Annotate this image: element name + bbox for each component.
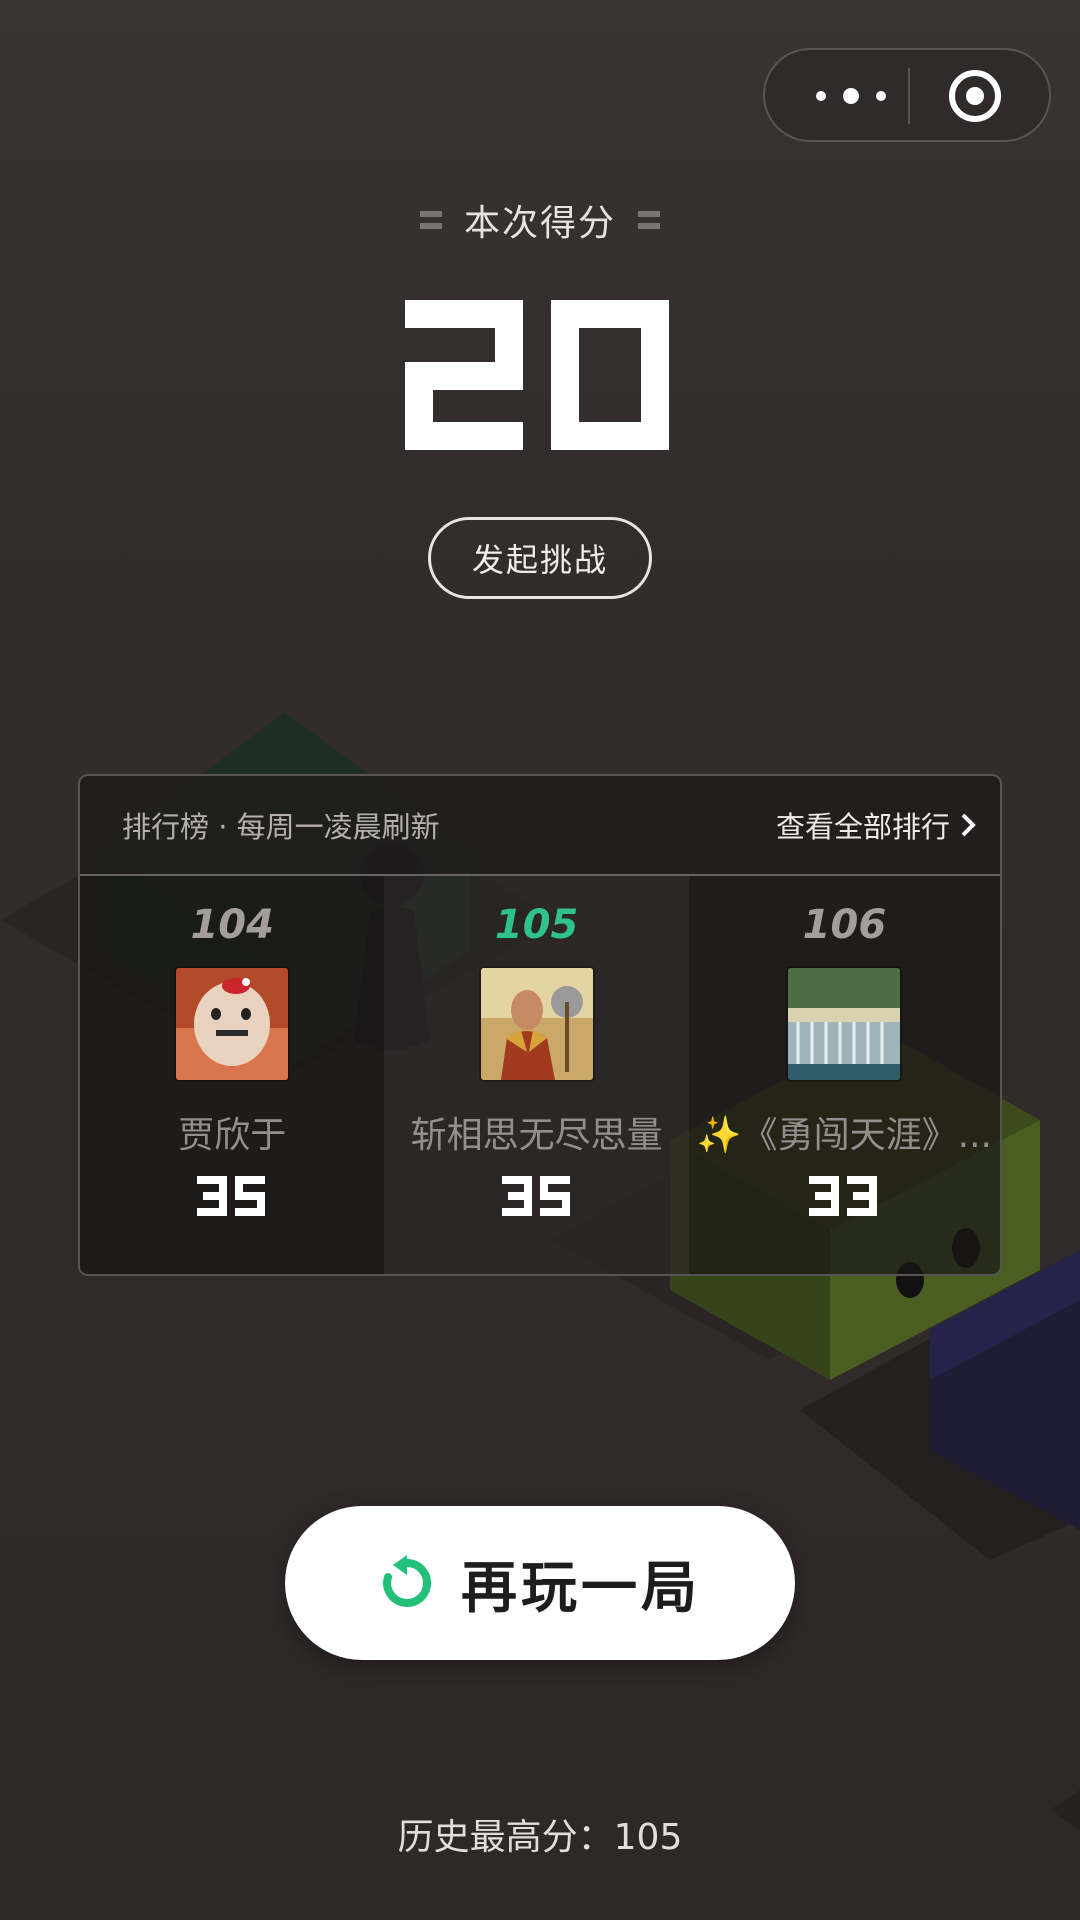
view-all-ranking-link[interactable]: 查看全部排行: [776, 804, 976, 846]
entry-score: 35: [384, 1176, 688, 1220]
challenge-button[interactable]: 发起挑战: [428, 517, 652, 599]
leaderboard-entry[interactable]: 106 ✨《勇闯天涯》... 33: [688, 876, 1000, 1274]
score-label: 本次得分: [463, 203, 616, 244]
entry-rank: 105: [494, 902, 579, 948]
entry-name: 贾欣于: [178, 1115, 287, 1156]
leaderboard-panel: 排行榜 · 每周一凌晨刷新 查看全部排行 104 贾欣于 105 斩相思无尽思量…: [78, 774, 1002, 1276]
replay-label: 再玩一局: [461, 1555, 701, 1621]
chevron-right-icon: [961, 813, 976, 837]
capsule-menu: [763, 48, 1051, 142]
waterfall-avatar: [788, 968, 901, 1080]
refresh-icon: [383, 1555, 432, 1607]
game-over-screen: 本次得分 20 发起挑战 排行榜 · 每周一凌晨刷新 查看全部排行: [0, 0, 1080, 1920]
score-label-row: 本次得分: [0, 194, 1080, 246]
digit-2: [405, 300, 523, 450]
equals-decoration-right: [638, 208, 660, 232]
leaderboard-entry[interactable]: 104 贾欣于 35: [80, 876, 385, 1274]
capsule-divider: [908, 68, 910, 124]
view-all-label: 查看全部排行: [775, 810, 950, 844]
digit-0: [551, 300, 669, 450]
entry-name: ✨《勇闯天涯》...: [696, 1115, 992, 1156]
entry-rank: 104: [190, 902, 274, 948]
hamster-avatar: [176, 968, 289, 1080]
replay-button[interactable]: 再玩一局: [285, 1506, 795, 1660]
leaderboard-header: 排行榜 · 每周一凌晨刷新 查看全部排行: [80, 776, 1000, 876]
equals-decoration-left: [419, 208, 442, 232]
entry-name: 斩相思无尽思量: [410, 1115, 663, 1156]
best-score: 历史最高分：105: [397, 1817, 683, 1858]
entry-score: 33: [689, 1176, 1000, 1220]
target-circle-icon[interactable]: [945, 66, 1005, 126]
warrior-avatar: [480, 968, 593, 1080]
leaderboard-entries: 104 贾欣于 35: [80, 876, 1000, 1274]
entry-score: 35: [80, 1176, 384, 1220]
leaderboard-title: 排行榜 · 每周一凌晨刷新: [122, 810, 440, 844]
leaderboard-entry-self[interactable]: 105 斩相思无尽思量 35: [384, 876, 689, 1274]
entry-rank: 106: [802, 902, 887, 948]
current-score: 20: [405, 300, 669, 450]
more-dots-icon[interactable]: [801, 72, 901, 120]
